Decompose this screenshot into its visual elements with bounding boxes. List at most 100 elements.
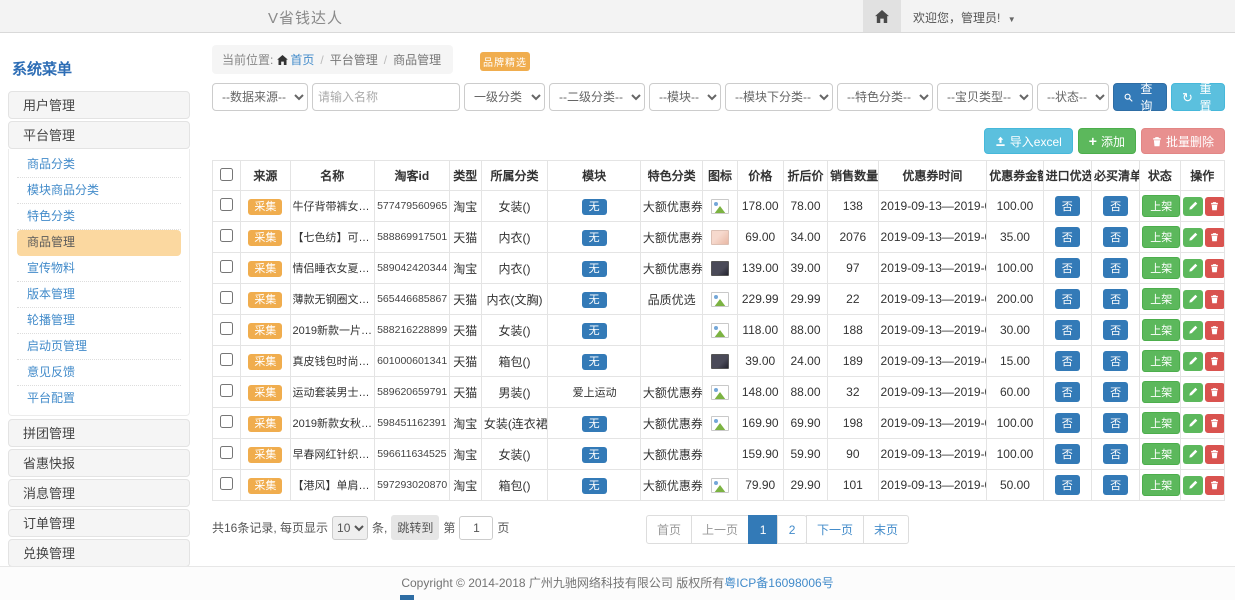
edit-button[interactable] — [1183, 259, 1203, 278]
home-button[interactable] — [863, 0, 901, 32]
row-checkbox[interactable] — [220, 384, 233, 397]
sidebar-submenu-item[interactable]: 商品管理 — [17, 230, 181, 256]
reset-button[interactable]: ↻ 重置 — [1171, 83, 1225, 111]
sidebar-submenu-item[interactable]: 商品分类 — [17, 152, 181, 178]
must-buy-toggle[interactable]: 否 — [1103, 444, 1128, 464]
must-buy-toggle[interactable]: 否 — [1103, 475, 1128, 495]
user-menu[interactable]: 欢迎您，管理员! ▼ — [913, 9, 1016, 26]
delete-button[interactable] — [1205, 445, 1225, 464]
import-select-toggle[interactable]: 否 — [1055, 289, 1080, 309]
row-checkbox[interactable] — [220, 446, 233, 459]
filter-select[interactable]: --状态-- — [1037, 83, 1109, 111]
status-button[interactable]: 上架 — [1142, 474, 1180, 496]
sidebar-section[interactable]: 省惠快报 — [8, 449, 190, 477]
status-button[interactable]: 上架 — [1142, 257, 1180, 279]
must-buy-toggle[interactable]: 否 — [1103, 382, 1128, 402]
sidebar-submenu-item[interactable]: 意见反馈 — [17, 360, 181, 386]
must-buy-toggle[interactable]: 否 — [1103, 289, 1128, 309]
must-buy-toggle[interactable]: 否 — [1103, 320, 1128, 340]
sidebar-submenu-item[interactable]: 启动页管理 — [17, 334, 181, 360]
status-button[interactable]: 上架 — [1142, 443, 1180, 465]
must-buy-toggle[interactable]: 否 — [1103, 351, 1128, 371]
batch-delete-button[interactable]: 批量删除 — [1141, 128, 1225, 154]
status-button[interactable]: 上架 — [1142, 412, 1180, 434]
sidebar-section-user-mgmt[interactable]: 用户管理 — [8, 91, 190, 119]
delete-button[interactable] — [1205, 228, 1225, 247]
row-checkbox[interactable] — [220, 198, 233, 211]
edit-button[interactable] — [1183, 290, 1203, 309]
edit-button[interactable] — [1183, 414, 1203, 433]
import-excel-button[interactable]: 导入excel — [984, 128, 1073, 154]
import-select-toggle[interactable]: 否 — [1055, 382, 1080, 402]
icp-link[interactable]: 粤ICP备16098006号 — [724, 576, 833, 590]
row-checkbox[interactable] — [220, 229, 233, 242]
row-checkbox[interactable] — [220, 291, 233, 304]
import-select-toggle[interactable]: 否 — [1055, 258, 1080, 278]
jump-page-input[interactable] — [459, 516, 493, 540]
filter-select[interactable]: --宝贝类型-- — [937, 83, 1033, 111]
must-buy-toggle[interactable]: 否 — [1103, 196, 1128, 216]
filter-select[interactable]: --模块下分类-- — [725, 83, 833, 111]
delete-button[interactable] — [1205, 383, 1225, 402]
import-select-toggle[interactable]: 否 — [1055, 227, 1080, 247]
import-select-toggle[interactable]: 否 — [1055, 351, 1080, 371]
breadcrumb-item-goods[interactable]: 商品管理 — [393, 53, 441, 67]
edit-button[interactable] — [1183, 445, 1203, 464]
sidebar-section-platform-mgmt[interactable]: 平台管理 — [8, 121, 190, 149]
delete-button[interactable] — [1205, 290, 1225, 309]
edit-button[interactable] — [1183, 476, 1203, 495]
status-button[interactable]: 上架 — [1142, 288, 1180, 310]
breadcrumb-home-link[interactable]: 首页 — [290, 53, 314, 67]
import-select-toggle[interactable]: 否 — [1055, 413, 1080, 433]
delete-button[interactable] — [1205, 414, 1225, 433]
filter-select[interactable]: --特色分类-- — [837, 83, 933, 111]
must-buy-toggle[interactable]: 否 — [1103, 413, 1128, 433]
row-checkbox[interactable] — [220, 415, 233, 428]
sidebar-submenu-item[interactable]: 特色分类 — [17, 204, 181, 230]
status-button[interactable]: 上架 — [1142, 381, 1180, 403]
status-button[interactable]: 上架 — [1142, 350, 1180, 372]
must-buy-toggle[interactable]: 否 — [1103, 227, 1128, 247]
filter-select[interactable]: --二级分类-- — [549, 83, 645, 111]
page-number-button[interactable]: 2 — [777, 515, 807, 544]
add-button[interactable]: + 添加 — [1078, 128, 1136, 154]
import-select-toggle[interactable]: 否 — [1055, 475, 1080, 495]
sidebar-submenu-item[interactable]: 版本管理 — [17, 282, 181, 308]
filter-select[interactable]: --模块-- — [649, 83, 721, 111]
edit-button[interactable] — [1183, 321, 1203, 340]
edit-button[interactable] — [1183, 352, 1203, 371]
last-page-button[interactable]: 末页 — [863, 515, 909, 544]
delete-button[interactable] — [1205, 197, 1225, 216]
filter-select-datasource[interactable]: --数据来源-- — [212, 83, 308, 111]
jump-button[interactable]: 跳转到 — [391, 515, 439, 540]
row-checkbox[interactable] — [220, 353, 233, 366]
delete-button[interactable] — [1205, 476, 1225, 495]
status-button[interactable]: 上架 — [1142, 226, 1180, 248]
must-buy-toggle[interactable]: 否 — [1103, 258, 1128, 278]
sidebar-submenu-item[interactable]: 平台配置 — [17, 386, 181, 412]
sidebar-section[interactable]: 拼团管理 — [8, 419, 190, 447]
import-select-toggle[interactable]: 否 — [1055, 196, 1080, 216]
edit-button[interactable] — [1183, 383, 1203, 402]
row-checkbox[interactable] — [220, 260, 233, 273]
page-size-select[interactable]: 10 — [332, 516, 368, 540]
edit-button[interactable] — [1183, 197, 1203, 216]
row-checkbox[interactable] — [220, 477, 233, 490]
next-page-button[interactable]: 下一页 — [806, 515, 864, 544]
row-checkbox[interactable] — [220, 322, 233, 335]
delete-button[interactable] — [1205, 352, 1225, 371]
delete-button[interactable] — [1205, 259, 1225, 278]
sidebar-submenu-item[interactable]: 轮播管理 — [17, 308, 181, 334]
query-button[interactable]: 查询 — [1113, 83, 1167, 111]
name-search-input[interactable] — [312, 83, 460, 111]
sidebar-section[interactable]: 订单管理 — [8, 509, 190, 537]
edit-button[interactable] — [1183, 228, 1203, 247]
status-button[interactable]: 上架 — [1142, 195, 1180, 217]
select-all-checkbox[interactable] — [220, 168, 233, 181]
sidebar-submenu-item[interactable]: 模块商品分类 — [17, 178, 181, 204]
page-number-button[interactable]: 1 — [748, 515, 778, 544]
delete-button[interactable] — [1205, 321, 1225, 340]
first-page-button[interactable]: 首页 — [646, 515, 692, 544]
breadcrumb-item-platform[interactable]: 平台管理 — [330, 53, 378, 67]
prev-page-button[interactable]: 上一页 — [691, 515, 749, 544]
